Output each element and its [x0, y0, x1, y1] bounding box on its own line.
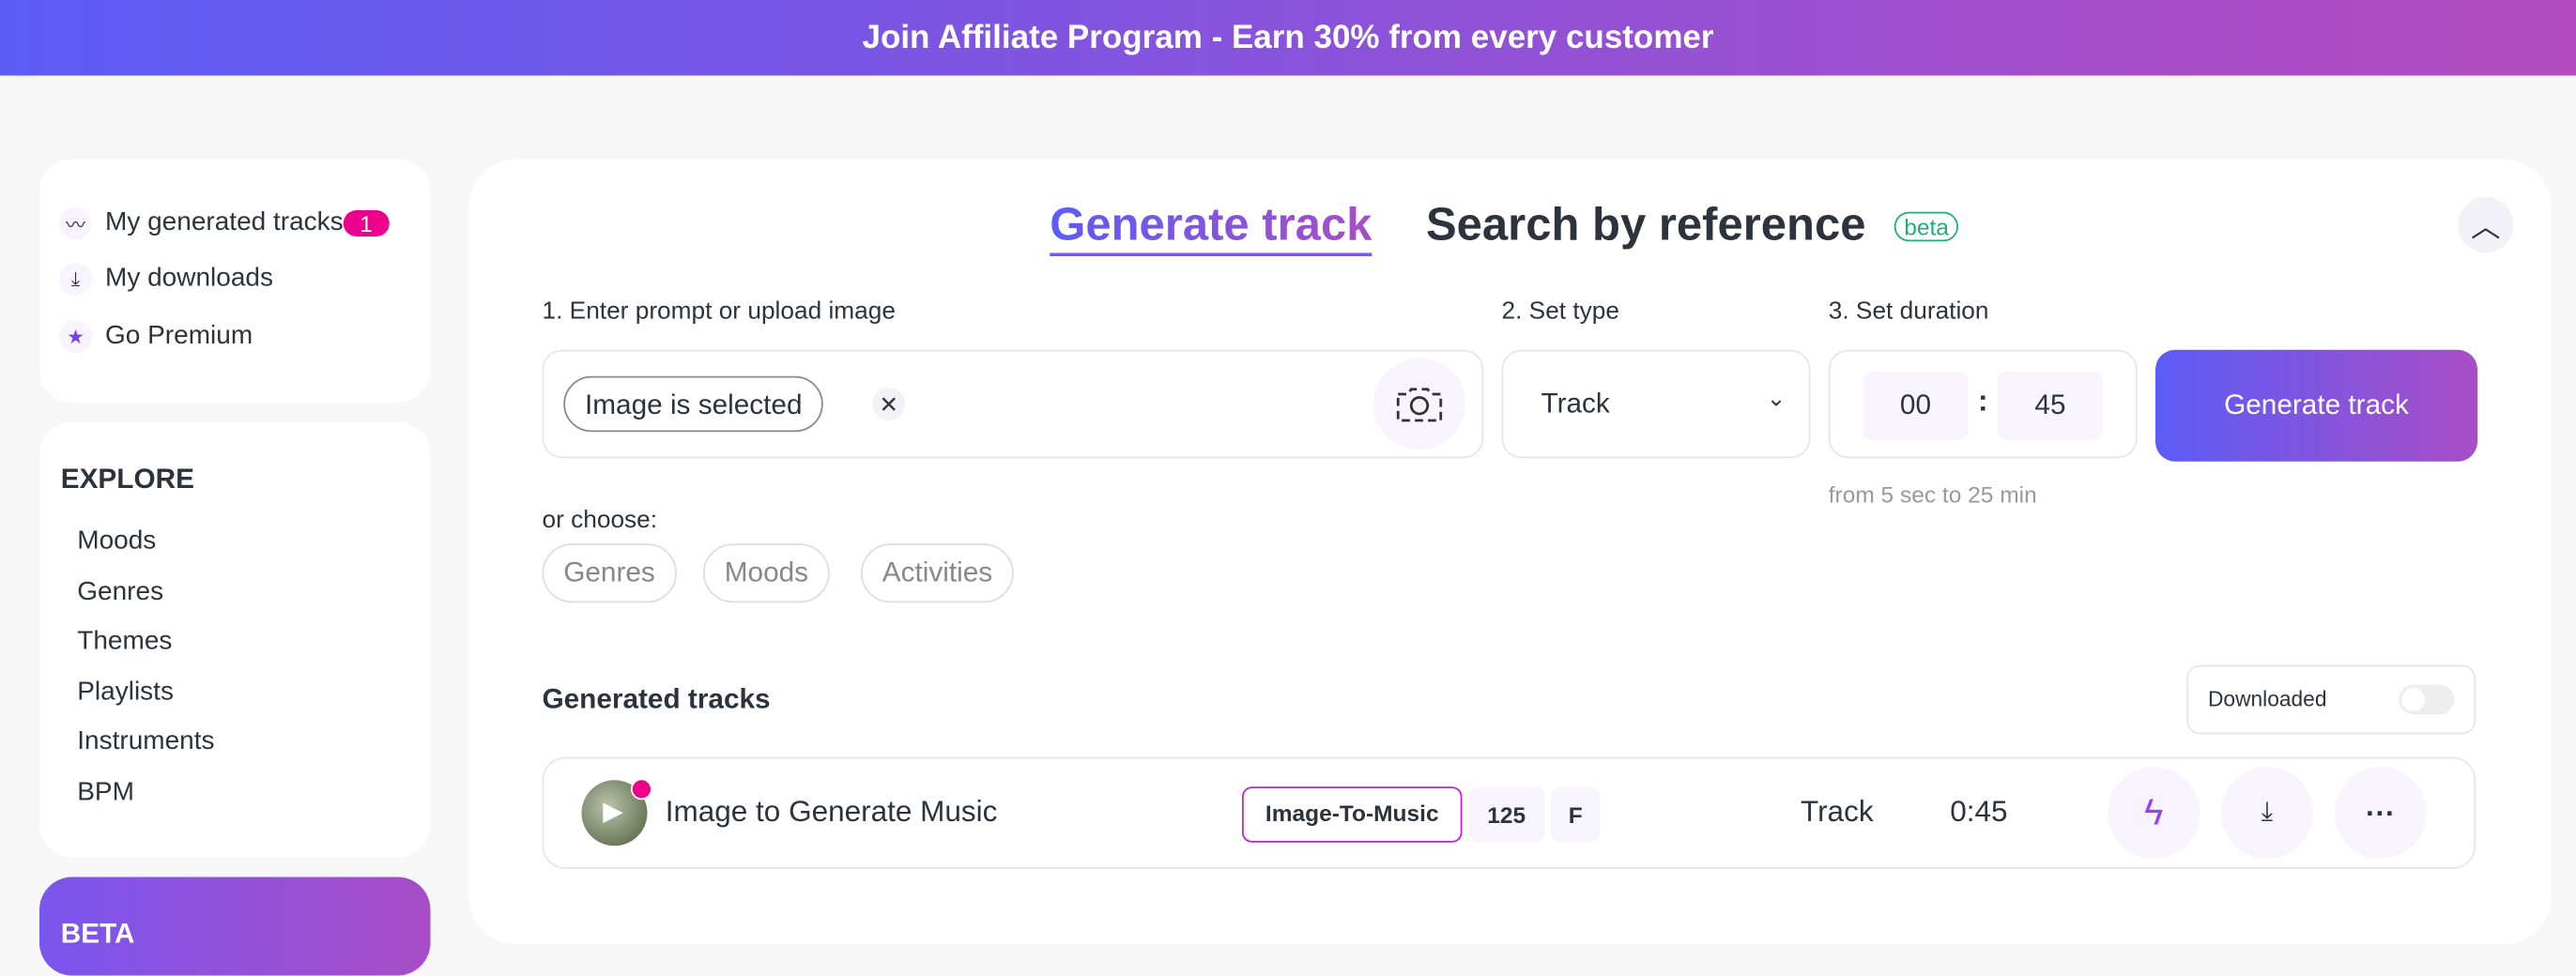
- type-value: Track: [1541, 388, 1610, 419]
- sidebar-item-generated-tracks[interactable]: 〰 My generated tracks 1: [59, 206, 390, 240]
- track-thumbnail[interactable]: ▶: [581, 778, 652, 846]
- chevron-up-icon: ︿: [2471, 210, 2501, 243]
- lightning-icon: ϟ: [2144, 791, 2164, 833]
- more-icon: ···: [2366, 795, 2396, 829]
- generate-track-button[interactable]: Generate track: [2155, 349, 2477, 462]
- tab-generate-track[interactable]: Generate track: [1050, 199, 1372, 256]
- step2-label: 2. Set type: [1501, 297, 1620, 326]
- downloaded-toggle[interactable]: [2399, 684, 2455, 715]
- time-separator: :: [1978, 384, 1988, 418]
- generate-panel: Generate track Search by reference beta …: [468, 159, 2552, 945]
- generated-tracks-title: Generated tracks: [542, 683, 771, 715]
- download-icon: ⤓: [2261, 798, 2274, 827]
- seconds-field[interactable]: 45: [1998, 371, 2103, 440]
- sidebar-item-label: My downloads: [105, 264, 273, 293]
- track-row[interactable]: ▶ Image to Generate Music Image-To-Music…: [542, 756, 2476, 869]
- sidebar-item-label: Go Premium: [105, 322, 253, 350]
- upload-image-button[interactable]: [1373, 358, 1465, 450]
- explore-moods[interactable]: Moods: [77, 527, 156, 557]
- sidebar-item-downloads[interactable]: ⤓ My downloads: [59, 263, 273, 296]
- new-dot: [631, 778, 652, 801]
- beta-title: BETA: [60, 918, 135, 950]
- download-icon: ⤓: [59, 263, 92, 296]
- more-options-button[interactable]: ···: [2334, 767, 2427, 860]
- explore-playlists[interactable]: Playlists: [77, 679, 174, 709]
- downloaded-filter: Downloaded: [2186, 664, 2476, 735]
- play-icon: ▶: [603, 798, 623, 827]
- banner-text: Join Affiliate Program - Earn 30% from e…: [862, 19, 1714, 55]
- track-tag[interactable]: Image-To-Music: [1242, 786, 1463, 843]
- choose-moods[interactable]: Moods: [703, 543, 830, 603]
- step1-label: 1. Enter prompt or upload image: [542, 297, 896, 326]
- camera-icon: [1396, 388, 1443, 422]
- beta-badge: beta: [1894, 211, 1959, 242]
- boost-button[interactable]: ϟ: [2108, 767, 2200, 860]
- beta-section[interactable]: BETA: [39, 877, 431, 976]
- image-selected-chip: Image is selected: [563, 375, 824, 433]
- track-duration: 0:45: [1950, 795, 2008, 828]
- tab-search-by-reference[interactable]: Search by reference: [1426, 199, 1866, 252]
- sidebar-my-section: 〰 My generated tracks 1 ⤓ My downloads ★…: [39, 159, 431, 403]
- explore-instruments[interactable]: Instruments: [77, 727, 214, 757]
- sidebar-item-go-premium[interactable]: ★ Go Premium: [59, 320, 253, 354]
- type-select[interactable]: Track ⌄: [1501, 349, 1811, 459]
- explore-themes[interactable]: Themes: [77, 628, 172, 658]
- count-badge: 1: [343, 210, 390, 236]
- track-title[interactable]: Image to Generate Music: [666, 795, 998, 830]
- chevron-down-icon: ⌄: [1766, 384, 1786, 411]
- minutes-field[interactable]: 00: [1863, 371, 1969, 440]
- explore-genres[interactable]: Genres: [77, 578, 163, 608]
- explore-bpm[interactable]: BPM: [77, 779, 134, 809]
- explore-section: EXPLORE Moods Genres Themes Playlists In…: [39, 421, 431, 858]
- remove-image-button[interactable]: ✕: [872, 388, 906, 420]
- choose-activities[interactable]: Activities: [861, 543, 1014, 603]
- wave-icon: 〰: [59, 206, 92, 240]
- collapse-button[interactable]: ︿: [2458, 197, 2514, 253]
- choose-genres[interactable]: Genres: [542, 543, 677, 603]
- explore-title: EXPLORE: [60, 463, 194, 495]
- track-key: F: [1551, 786, 1601, 843]
- or-choose-label: or choose:: [542, 506, 658, 534]
- prompt-input[interactable]: Image is selected ✕: [542, 349, 1484, 459]
- sidebar-item-label: My generated tracks: [105, 208, 344, 236]
- downloaded-label: Downloaded: [2208, 686, 2327, 711]
- track-type: Track: [1801, 795, 1874, 828]
- download-button[interactable]: ⤓: [2221, 767, 2313, 860]
- track-bpm: 125: [1468, 786, 1544, 843]
- step3-label: 3. Set duration: [1828, 297, 1989, 326]
- star-icon: ★: [59, 320, 92, 354]
- duration-hint: from 5 sec to 25 min: [1828, 480, 2037, 508]
- duration-input: 00 : 45: [1828, 349, 2138, 459]
- affiliate-banner[interactable]: Join Affiliate Program - Earn 30% from e…: [0, 0, 2576, 76]
